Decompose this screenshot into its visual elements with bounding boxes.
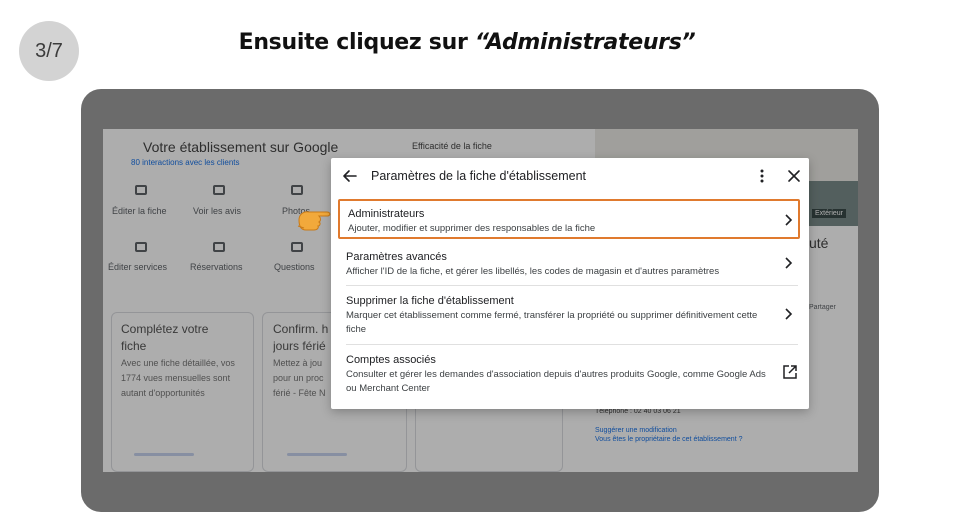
dialog-header: Paramètres de la fiche d'établissement [331, 158, 809, 194]
menu-item-title: Paramètres avancés [346, 251, 447, 263]
more-vert-icon[interactable] [755, 168, 769, 184]
open-in-new-icon [783, 365, 797, 379]
menu-item-description: Marquer cet établissement comme fermé, t… [346, 310, 758, 335]
page-heading: Ensuite cliquez sur “Administrateurs” [0, 30, 934, 55]
menu-item-advanced-settings[interactable]: Paramètres avancés Afficher l'ID de la f… [338, 244, 800, 284]
heading-emphasis: “Administrateurs” [474, 30, 696, 55]
divider [346, 285, 798, 286]
arrow-back-icon[interactable] [342, 168, 358, 184]
menu-item-delete-profile[interactable]: Supprimer la fiche d'établissement Marqu… [338, 288, 800, 343]
dialog-title: Paramètres de la fiche d'établissement [371, 169, 586, 183]
menu-item-title: Comptes associés [346, 354, 436, 366]
menu-item-description: Afficher l'ID de la fiche, et gérer les … [346, 266, 720, 277]
menu-item-description: Consulter et gérer les demandes d'associ… [346, 369, 766, 394]
menu-item-linked-accounts[interactable]: Comptes associés Consulter et gérer les … [338, 347, 800, 402]
chevron-right-icon [785, 308, 793, 320]
chevron-right-icon [785, 214, 793, 226]
settings-dialog: Paramètres de la fiche d'établissement A… [331, 158, 809, 409]
chevron-right-icon [785, 257, 793, 269]
heading-prefix: Ensuite cliquez sur [238, 30, 475, 55]
divider [346, 344, 798, 345]
pointing-hand-icon [297, 211, 331, 231]
menu-item-title: Administrateurs [348, 208, 425, 220]
menu-item-description: Ajouter, modifier et supprimer des respo… [348, 223, 596, 234]
close-icon[interactable] [787, 169, 801, 183]
menu-item-title: Supprimer la fiche d'établissement [346, 295, 514, 307]
menu-item-administrators[interactable]: Administrateurs Ajouter, modifier et sup… [338, 199, 800, 239]
